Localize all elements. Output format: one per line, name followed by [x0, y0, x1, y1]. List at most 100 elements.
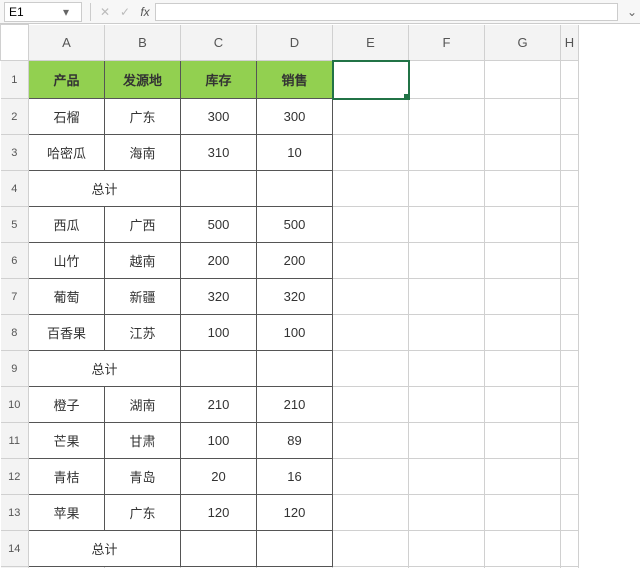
row-header-1[interactable]: 1 [1, 61, 29, 99]
cell[interactable] [333, 387, 409, 423]
cell[interactable] [333, 135, 409, 171]
cell[interactable] [561, 495, 579, 531]
spreadsheet-grid[interactable]: A B C D E F G H 1 产品 发源地 库存 销售 2 石榴 广东 3… [0, 24, 640, 568]
cell[interactable] [409, 279, 485, 315]
row-header-9[interactable]: 9 [1, 351, 29, 387]
cell[interactable]: 新疆 [105, 279, 181, 315]
cell[interactable]: 16 [257, 459, 333, 495]
cell[interactable] [561, 99, 579, 135]
cell[interactable] [561, 207, 579, 243]
cell[interactable]: 20 [181, 459, 257, 495]
cell[interactable] [561, 135, 579, 171]
cell[interactable]: 120 [181, 495, 257, 531]
cell[interactable]: 甘肃 [105, 423, 181, 459]
cell[interactable]: 300 [257, 99, 333, 135]
cell[interactable] [409, 495, 485, 531]
cell[interactable]: 500 [181, 207, 257, 243]
cell[interactable]: 210 [181, 387, 257, 423]
cell[interactable] [485, 459, 561, 495]
col-header-c[interactable]: C [181, 25, 257, 61]
cell[interactable] [561, 171, 579, 207]
cell[interactable] [409, 387, 485, 423]
col-header-d[interactable]: D [257, 25, 333, 61]
cell[interactable]: 广东 [105, 495, 181, 531]
row-header-4[interactable]: 4 [1, 171, 29, 207]
cell[interactable]: 500 [257, 207, 333, 243]
cell[interactable] [409, 171, 485, 207]
cell[interactable]: 320 [257, 279, 333, 315]
cell[interactable] [333, 351, 409, 387]
cell-E1-selected[interactable] [333, 61, 409, 99]
cell[interactable]: 江苏 [105, 315, 181, 351]
row-header-10[interactable]: 10 [1, 387, 29, 423]
cell[interactable]: 湖南 [105, 387, 181, 423]
cell[interactable]: 300 [181, 99, 257, 135]
row-header-6[interactable]: 6 [1, 243, 29, 279]
name-box-dropdown-icon[interactable]: ▾ [59, 5, 73, 19]
cell[interactable] [333, 495, 409, 531]
cell[interactable]: 89 [257, 423, 333, 459]
cell[interactable]: 100 [257, 315, 333, 351]
cell[interactable] [181, 531, 257, 567]
cell[interactable] [181, 351, 257, 387]
row-header-13[interactable]: 13 [1, 495, 29, 531]
cell[interactable] [485, 423, 561, 459]
cell[interactable]: 石榴 [29, 99, 105, 135]
cell[interactable] [181, 171, 257, 207]
cell[interactable]: 销售 [257, 61, 333, 99]
cell[interactable] [485, 61, 561, 99]
cell[interactable] [333, 423, 409, 459]
row-header-14[interactable]: 14 [1, 531, 29, 567]
formula-input[interactable] [155, 3, 618, 21]
cell[interactable]: 发源地 [105, 61, 181, 99]
cell[interactable]: 哈密瓜 [29, 135, 105, 171]
cell[interactable] [409, 459, 485, 495]
cell[interactable]: 越南 [105, 243, 181, 279]
cell[interactable]: 青桔 [29, 459, 105, 495]
row-header-8[interactable]: 8 [1, 315, 29, 351]
row-header-7[interactable]: 7 [1, 279, 29, 315]
cell[interactable] [409, 531, 485, 567]
cell[interactable]: 葡萄 [29, 279, 105, 315]
col-header-h[interactable]: H [561, 25, 579, 61]
cell[interactable]: 10 [257, 135, 333, 171]
cell[interactable] [561, 61, 579, 99]
expand-formula-icon[interactable]: ⌄ [624, 5, 640, 19]
cell[interactable] [333, 99, 409, 135]
cell[interactable] [257, 351, 333, 387]
name-box-input[interactable] [9, 5, 59, 19]
cell[interactable] [561, 315, 579, 351]
cell[interactable] [409, 315, 485, 351]
cell[interactable]: 库存 [181, 61, 257, 99]
col-header-e[interactable]: E [333, 25, 409, 61]
cell[interactable] [561, 423, 579, 459]
cell[interactable]: 200 [257, 243, 333, 279]
cell[interactable] [485, 207, 561, 243]
cell-subtotal[interactable]: 总计 [29, 351, 181, 387]
cell[interactable] [333, 279, 409, 315]
row-header-3[interactable]: 3 [1, 135, 29, 171]
cell[interactable]: 西瓜 [29, 207, 105, 243]
cell[interactable] [257, 171, 333, 207]
cell[interactable] [409, 207, 485, 243]
cell[interactable] [561, 387, 579, 423]
cell[interactable]: 百香果 [29, 315, 105, 351]
cell[interactable] [485, 99, 561, 135]
row-header-11[interactable]: 11 [1, 423, 29, 459]
cell[interactable]: 青岛 [105, 459, 181, 495]
cell[interactable]: 210 [257, 387, 333, 423]
cell[interactable]: 山竹 [29, 243, 105, 279]
cell[interactable]: 100 [181, 315, 257, 351]
cell[interactable] [333, 207, 409, 243]
row-header-5[interactable]: 5 [1, 207, 29, 243]
cell[interactable] [409, 135, 485, 171]
col-header-b[interactable]: B [105, 25, 181, 61]
cell[interactable] [561, 351, 579, 387]
cell[interactable] [333, 531, 409, 567]
cell[interactable] [409, 243, 485, 279]
cell[interactable]: 橙子 [29, 387, 105, 423]
cell-subtotal[interactable]: 总计 [29, 531, 181, 567]
cell[interactable] [333, 171, 409, 207]
cell[interactable]: 320 [181, 279, 257, 315]
cell[interactable] [561, 243, 579, 279]
